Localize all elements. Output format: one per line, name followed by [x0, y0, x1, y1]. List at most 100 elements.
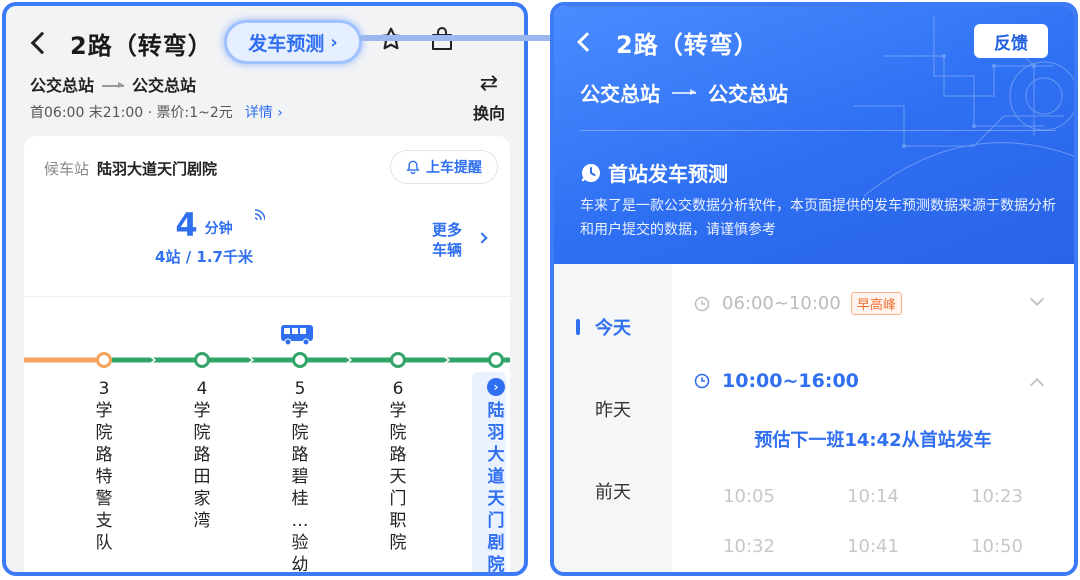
stop-dot [292, 352, 308, 368]
active-tab-indicator [576, 319, 580, 335]
chevron-down-icon[interactable] [1029, 291, 1045, 307]
disclaimer-text: 车来了是一款公交数据分析软件，本页面提供的发车预测数据来源于数据分析和用户提交的… [580, 198, 1056, 238]
stop-number: 5 [294, 379, 306, 399]
waiting-station-row: 候车站 陆羽大道天门剧院 [44, 158, 217, 179]
peak-badge: 早高峰 [850, 292, 902, 315]
start-station: 公交总站 [580, 82, 660, 106]
clock-icon [694, 373, 710, 389]
tab-yesterday-label: 昨天 [595, 400, 631, 421]
stop-dot [390, 352, 406, 368]
stop-name-char: 门 [487, 511, 505, 531]
stop-dot [194, 352, 210, 368]
departure-prediction-button[interactable]: 发车预测 › [224, 20, 362, 64]
eta-block: 4 分钟 4站 / 1.7千米 [134, 206, 274, 267]
chevron-right-icon: › [330, 31, 338, 53]
tab-today-label: 今天 [595, 318, 631, 339]
time-slot-morning[interactable]: 06:00~10:00 早高峰 [694, 292, 902, 315]
stop-name-char: 院 [95, 423, 113, 443]
stop-name-char: 路 [193, 445, 211, 465]
stop-name-char: 职 [389, 511, 407, 531]
stop-name-char: 路 [389, 445, 407, 465]
comparison-screenshot: 2路（转弯） 发车预测 › 公交总站 公交总站 ⇄ 换向 首06:00 末21:… [0, 0, 1080, 580]
stop-name-char: 警 [95, 489, 113, 509]
swap-label: 换向 [472, 104, 505, 123]
stop-name-char: 剧 [487, 533, 505, 553]
stop-name-char: 道 [487, 467, 505, 487]
stop-item[interactable]: 3学院路特警支队 [93, 378, 115, 554]
detail-link[interactable]: 详情 › [245, 102, 283, 122]
stop-name-char: 路 [95, 445, 113, 465]
tab-yesterday[interactable]: 昨天 [554, 396, 672, 422]
route-title: 2路（转弯） [616, 30, 759, 59]
hours-text: 首06:00 末21:00 · 票价:1~2元 [30, 105, 233, 121]
departure-time: 10:14 [847, 486, 899, 507]
station-direction: 公交总站 公交总站 [30, 72, 196, 96]
stop-name-char: 门 [389, 489, 407, 509]
service-hours: 首06:00 末21:00 · 票价:1~2元 详情 › [30, 102, 283, 122]
waiting-station-name: 陆羽大道天门剧院 [97, 160, 218, 178]
stop-name-char: 碧 [291, 467, 309, 487]
stop-name-char: 家 [193, 489, 211, 509]
stop-name-char: 院 [291, 423, 309, 443]
stop-name-char: 陆 [487, 401, 505, 421]
feedback-button[interactable]: 反馈 [974, 24, 1048, 58]
more-vehicles-line2: 车辆 [432, 241, 463, 259]
boarding-reminder-label: 上车提醒 [426, 160, 482, 176]
swap-icon: ⇄ [479, 71, 499, 96]
stop-name-char: 学 [291, 401, 309, 421]
stop-name-char: 院 [389, 533, 407, 553]
stop-name-char: 大 [487, 445, 505, 465]
divider [580, 130, 1056, 131]
stop-name-char: 幼 [291, 555, 309, 575]
back-chevron-icon[interactable] [30, 31, 54, 55]
start-station: 公交总站 [30, 76, 95, 95]
stop-name-char: 天 [487, 489, 505, 509]
time-slot-midday[interactable]: 10:00~16:00 [694, 370, 859, 392]
stop-name-char: 羽 [487, 423, 505, 443]
stop-number: 3 [98, 379, 110, 399]
stop-item[interactable]: 6学院路天门职院 [387, 378, 409, 554]
stop-name-char: 路 [291, 445, 309, 465]
eta-minutes: 4 [175, 206, 198, 244]
day-tabs: 今天 昨天 前天 [554, 264, 672, 572]
realtime-signal-icon [255, 209, 266, 220]
tab-today[interactable]: 今天 [554, 314, 672, 340]
stop-name-char: 特 [95, 467, 113, 487]
back-chevron-icon[interactable] [577, 32, 597, 52]
next-departure-estimate: 预估下一班14:42从首站发车 [754, 430, 992, 451]
section-title: 首站发车预测 [608, 162, 728, 186]
stop-name-char: 学 [193, 401, 211, 421]
eta-unit: 分钟 [204, 221, 233, 237]
boarding-reminder-button[interactable]: 上车提醒 [390, 150, 498, 184]
arrow-right-icon [102, 85, 125, 87]
more-vehicles-button[interactable]: 更多 车辆 [432, 220, 488, 260]
waiting-card: 候车站 陆羽大道天门剧院 上车提醒 4 分钟 4站 / 1.7千米 更多 车辆 … [24, 136, 510, 575]
stop-name-char: 院 [193, 423, 211, 443]
chevron-up-icon[interactable] [1029, 377, 1045, 393]
section-header: 首站发车预测 [580, 158, 728, 187]
prediction-clock-icon [581, 163, 600, 182]
eta-distance: 4站 / 1.7千米 [155, 248, 253, 266]
tab-day-before[interactable]: 前天 [554, 478, 672, 504]
stop-name-char: 桂 [291, 489, 309, 509]
swap-direction-button[interactable]: ⇄ 换向 [464, 72, 514, 124]
stop-name-char: 学 [95, 401, 113, 421]
stop-name-char: … [291, 511, 309, 531]
stop-item[interactable]: 4学院路田家湾 [191, 378, 213, 532]
schedule-content: 06:00~10:00 早高峰 10:00~16:00 预估下一班14:42从首… [672, 264, 1074, 572]
route-line-map: 3学院路特警支队4学院路田家湾5学院路碧桂…验幼儿6学院路天门职院›陆羽大道天门… [24, 324, 510, 575]
stop-item[interactable]: 5学院路碧桂…验幼儿 [289, 378, 311, 575]
stop-number: 4 [196, 379, 208, 399]
waiting-prefix: 候车站 [44, 160, 90, 178]
slot-time: 06:00~10:00 [722, 293, 841, 314]
departure-prediction-label: 发车预测 [248, 32, 325, 55]
departure-time: 10:50 [971, 536, 1023, 557]
route-detail-panel: 2路（转弯） 发车预测 › 公交总站 公交总站 ⇄ 换向 首06:00 末21:… [2, 2, 528, 576]
departure-time: 10:05 [723, 486, 775, 507]
stop-current[interactable]: › 陆羽大道天门剧院 [485, 378, 507, 575]
stop-dot [488, 352, 504, 368]
stop-name-char: 院 [487, 555, 505, 575]
stop-name-char: 验 [291, 533, 309, 553]
bell-icon [406, 160, 420, 174]
departure-time: 10:32 [723, 536, 775, 557]
